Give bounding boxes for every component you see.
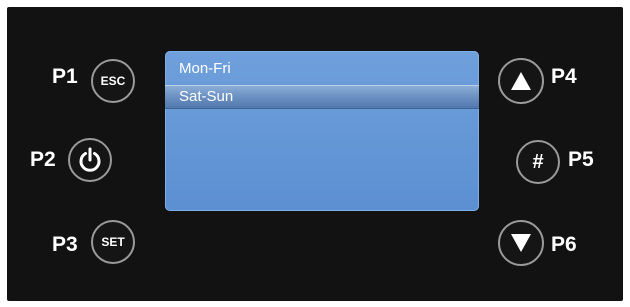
- esc-button-label: ESC: [100, 74, 126, 88]
- hash-button-label: #: [532, 150, 544, 173]
- lcd-screen: Mon-Fri Sat-Sun: [165, 51, 479, 211]
- triangle-down-icon: [511, 234, 531, 252]
- menu-item-mon-fri[interactable]: Mon-Fri: [165, 57, 479, 81]
- p5-label: P5: [568, 148, 594, 171]
- p3-label: P3: [52, 233, 78, 256]
- hash-button[interactable]: #: [516, 140, 560, 184]
- p4-label: P4: [551, 65, 577, 88]
- set-button[interactable]: SET: [91, 220, 135, 264]
- power-button[interactable]: [68, 138, 112, 182]
- triangle-up-icon: [511, 72, 531, 90]
- set-button-label: SET: [101, 235, 125, 249]
- p1-label: P1: [52, 65, 78, 88]
- power-icon: [79, 147, 101, 172]
- up-button[interactable]: [498, 58, 544, 104]
- menu-item-sat-sun[interactable]: Sat-Sun: [165, 85, 479, 109]
- esc-button[interactable]: ESC: [91, 59, 135, 103]
- down-button[interactable]: [498, 220, 544, 266]
- control-panel: P1 ESC P2 P3 SET Mon-Fri Sat-Sun P4 # P5…: [7, 7, 623, 301]
- p2-label: P2: [30, 148, 56, 171]
- p6-label: P6: [551, 233, 577, 256]
